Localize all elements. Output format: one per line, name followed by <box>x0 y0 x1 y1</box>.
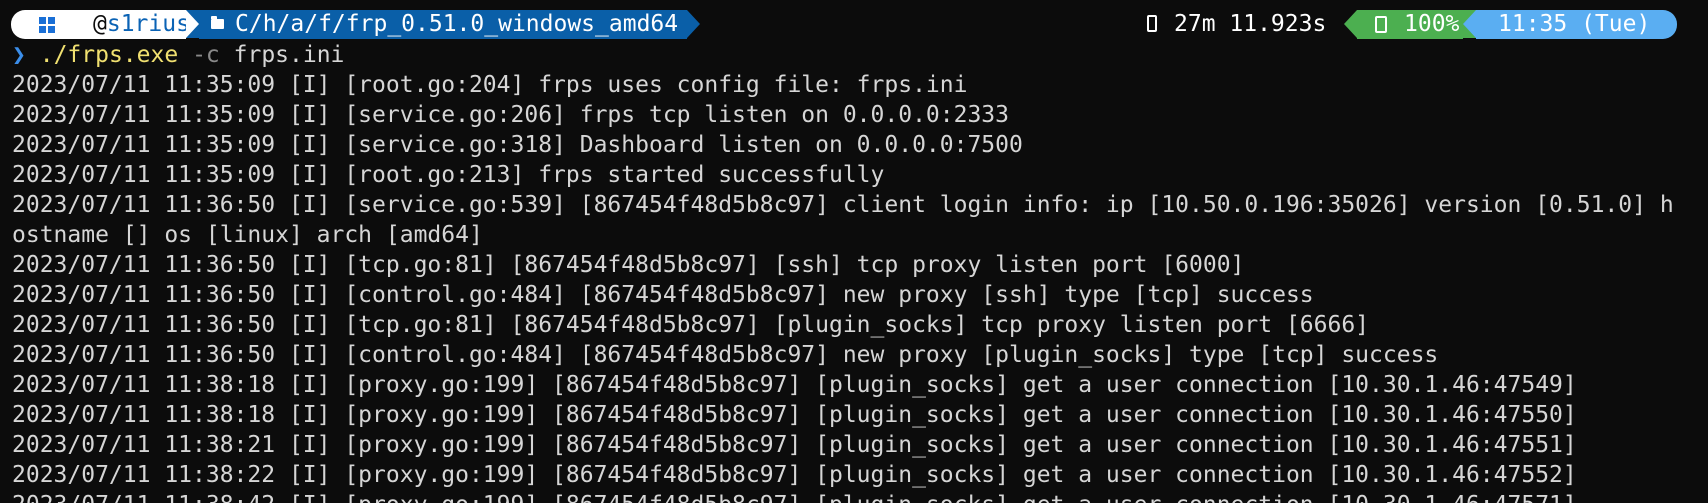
current-path: C/h/a/f/frp_0.51.0_windows_amd64 <box>235 11 679 37</box>
user-prefix: @ <box>93 11 107 37</box>
prompt-user-segment: @s1rius <box>11 10 190 39</box>
log-line: 2023/07/11 11:38:22 [I] [proxy.go:199] [… <box>12 462 1577 488</box>
command-flag: -c <box>192 42 220 68</box>
log-line: 2023/07/11 11:38:42 [I] [proxy.go:199] [… <box>12 490 1708 503</box>
log-line: 2023/07/11 11:36:50 [I] [service.go:539]… <box>12 192 1674 218</box>
terminal-window[interactable]: @s1rius C/h/a/f/frp_0.51.0_windows_amd64… <box>0 0 1708 503</box>
windows-icon <box>39 17 55 33</box>
stopwatch-icon <box>1147 15 1157 32</box>
log-line: 2023/07/11 11:38:21 [I] [proxy.go:199] [… <box>12 432 1577 458</box>
log-line: 2023/07/11 11:36:50 [I] [tcp.go:81] [867… <box>12 252 1245 278</box>
log-line: 2023/07/11 11:35:09 [I] [service.go:318]… <box>12 132 1023 158</box>
log-output: 2023/07/11 11:35:09 [I] [root.go:204] fr… <box>12 70 1708 503</box>
battery-percent: 100% <box>1404 11 1460 37</box>
prompt-separator-arrow <box>186 10 199 38</box>
prompt-user: @s1rius <box>93 10 190 39</box>
command-executable: ./frps.exe <box>39 42 179 68</box>
command-argument: frps.ini <box>233 42 345 68</box>
log-line: 2023/07/11 11:38:18 [I] [proxy.go:199] [… <box>12 372 1577 398</box>
prompt-clock-segment: 11:35 (Tue) <box>1476 10 1677 39</box>
prompt-path-segment: C/h/a/f/frp_0.51.0_windows_amd64 <box>199 10 687 39</box>
clock-time: 11:35 (Tue) <box>1498 11 1651 37</box>
log-line: 2023/07/11 11:36:50 [I] [tcp.go:81] [867… <box>12 312 1370 338</box>
log-line: 2023/07/11 11:36:50 [I] [control.go:484]… <box>12 342 1439 368</box>
prompt-separator-arrow <box>1463 10 1476 38</box>
battery-icon <box>1375 16 1387 33</box>
log-line: 2023/07/11 11:35:09 [I] [root.go:204] fr… <box>12 72 968 98</box>
log-line: 2023/07/11 11:36:50 [I] [control.go:484]… <box>12 282 1314 308</box>
prompt-separator-arrow <box>1344 10 1357 38</box>
folder-icon <box>211 16 224 29</box>
host-name: s1rius <box>106 11 190 37</box>
log-line: ostname [] os [linux] arch [amd64] <box>12 222 483 248</box>
command-line[interactable]: ❯ ./frps.exe -c frps.ini <box>12 40 344 70</box>
prompt-battery-segment: 100% <box>1357 10 1463 39</box>
log-line: 2023/07/11 11:38:18 [I] [proxy.go:199] [… <box>12 402 1577 428</box>
elapsed-time: 27m 11.923s <box>1174 11 1327 37</box>
prompt-separator-arrow <box>687 10 700 38</box>
log-line: 2023/07/11 11:35:09 [I] [root.go:213] fr… <box>12 162 885 188</box>
prompt-chevron-icon: ❯ <box>12 42 26 68</box>
prompt-bar: @s1rius C/h/a/f/frp_0.51.0_windows_amd64… <box>0 10 1708 39</box>
log-line: 2023/07/11 11:35:09 [I] [service.go:206]… <box>12 102 1009 128</box>
